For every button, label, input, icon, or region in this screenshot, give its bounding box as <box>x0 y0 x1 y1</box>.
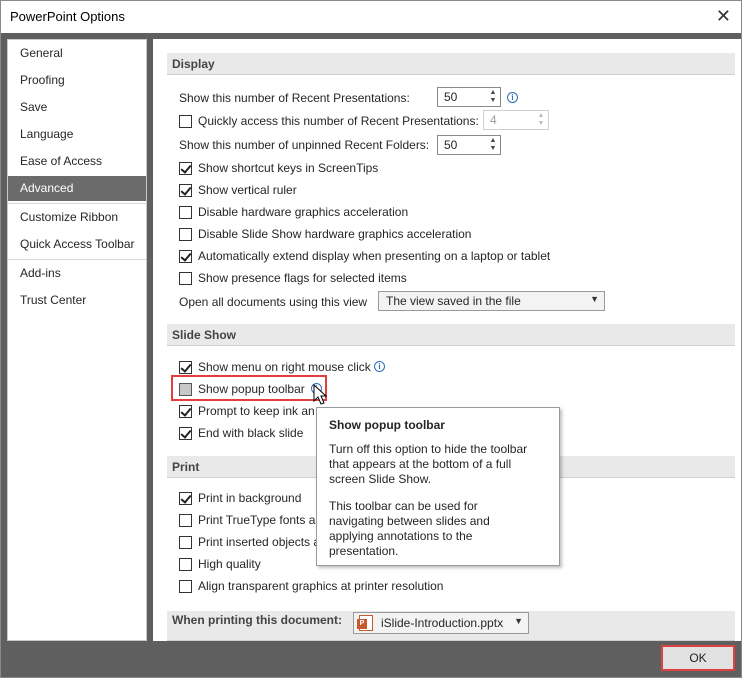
spin-arrows-icon[interactable]: ▲ ▼ <box>488 137 498 153</box>
section-header-display: Display <box>167 53 735 75</box>
show-menu-checkbox[interactable] <box>179 361 192 374</box>
info-icon[interactable]: i <box>507 92 518 103</box>
vertical-ruler-label: Show vertical ruler <box>198 183 297 197</box>
disable-hw-accel-checkbox[interactable] <box>179 206 192 219</box>
when-printing-label: When printing this document: <box>172 613 342 627</box>
presence-flags-label: Show presence flags for selected items <box>198 271 407 285</box>
title-bar: PowerPoint Options ✕ <box>1 1 741 33</box>
unpinned-folders-label: Show this number of unpinned Recent Fold… <box>179 138 430 152</box>
document-select[interactable]: P iSlide-Introduction.pptx ▼ <box>353 612 529 634</box>
disable-slideshow-accel-label: Disable Slide Show hardware graphics acc… <box>198 227 472 241</box>
show-menu-label: Show menu on right mouse click <box>198 360 371 374</box>
powerpoint-options-dialog: PowerPoint Options ✕ General Proofing Sa… <box>0 0 742 678</box>
open-docs-label: Open all documents using this view <box>179 295 368 309</box>
extend-display-checkbox[interactable] <box>179 250 192 263</box>
end-black-slide-label: End with black slide <box>198 426 304 440</box>
recent-presentations-label: Show this number of Recent Presentations… <box>179 91 410 105</box>
presence-flags-checkbox[interactable] <box>179 272 192 285</box>
chevron-down-icon: ▼ <box>590 294 599 304</box>
info-icon[interactable]: i <box>374 361 385 372</box>
unpinned-folders-value: 50 <box>444 138 458 152</box>
open-docs-view-select[interactable]: The view saved in the file ▼ <box>378 291 605 311</box>
close-icon[interactable]: ✕ <box>716 5 731 27</box>
align-transparent-label: Align transparent graphics at printer re… <box>198 579 444 593</box>
high-quality-label: High quality <box>198 557 261 571</box>
print-inserted-objects-checkbox[interactable] <box>179 536 192 549</box>
chevron-down-icon: ▼ <box>514 616 523 626</box>
nav-item-add-ins[interactable]: Add-ins <box>8 261 146 286</box>
screentip-popup-toolbar: Show popup toolbar Turn off this option … <box>316 407 560 566</box>
nav-item-trust-center[interactable]: Trust Center <box>8 288 146 313</box>
window-title: PowerPoint Options <box>10 9 125 24</box>
quick-access-value: 4 <box>490 113 497 127</box>
spin-arrows-icon: ▲ ▼ <box>537 112 545 127</box>
recent-presentations-stepper[interactable]: 50 ▲ ▼ <box>437 87 501 107</box>
options-nav: General Proofing Save Language Ease of A… <box>7 39 147 641</box>
dialog-footer <box>1 643 741 677</box>
powerpoint-file-icon: P <box>357 615 373 631</box>
screentip-paragraph: This toolbar can be used for navigating … <box>329 499 490 558</box>
high-quality-checkbox[interactable] <box>179 558 192 571</box>
vertical-ruler-checkbox[interactable] <box>179 184 192 197</box>
nav-item-customize-ribbon[interactable]: Customize Ribbon <box>8 205 146 230</box>
disable-slideshow-accel-checkbox[interactable] <box>179 228 192 241</box>
quick-access-stepper: 4 ▲ ▼ <box>483 110 549 130</box>
print-inserted-objects-label: Print inserted objects a <box>198 535 321 549</box>
nav-item-language[interactable]: Language <box>8 122 146 147</box>
prompt-keep-ink-label: Prompt to keep ink an <box>198 404 315 418</box>
screentip-paragraph: Turn off this option to hide the toolbar… <box>329 442 528 486</box>
unpinned-folders-stepper[interactable]: 50 ▲ ▼ <box>437 135 501 155</box>
recent-presentations-value: 50 <box>444 90 458 104</box>
quick-access-label: Quickly access this number of Recent Pre… <box>198 114 479 128</box>
ok-button[interactable]: OK <box>661 645 735 671</box>
quick-access-checkbox[interactable] <box>179 115 192 128</box>
popup-toolbar-label: Show popup toolbar <box>198 382 305 396</box>
nav-item-proofing[interactable]: Proofing <box>8 68 146 93</box>
nav-item-save[interactable]: Save <box>8 95 146 120</box>
section-header-slide-show: Slide Show <box>167 324 735 346</box>
nav-item-general[interactable]: General <box>8 41 146 66</box>
screentip-title: Show popup toolbar <box>329 418 445 432</box>
align-transparent-checkbox[interactable] <box>179 580 192 593</box>
nav-item-quick-access-toolbar[interactable]: Quick Access Toolbar <box>8 232 146 257</box>
prompt-keep-ink-checkbox[interactable] <box>179 405 192 418</box>
open-docs-view-value: The view saved in the file <box>386 294 521 308</box>
print-background-checkbox[interactable] <box>179 492 192 505</box>
mouse-cursor-icon <box>313 384 328 405</box>
nav-divider <box>8 203 146 204</box>
nav-item-advanced[interactable]: Advanced <box>8 176 146 201</box>
document-select-value: iSlide-Introduction.pptx <box>381 616 504 630</box>
nav-item-ease-of-access[interactable]: Ease of Access <box>8 149 146 174</box>
print-truetype-label: Print TrueType fonts a <box>198 513 316 527</box>
disable-hw-accel-label: Disable hardware graphics acceleration <box>198 205 409 219</box>
print-background-label: Print in background <box>198 491 302 505</box>
screentip-body: Turn off this option to hide the toolbar… <box>329 442 529 559</box>
extend-display-label: Automatically extend display when presen… <box>198 249 551 263</box>
shortcut-keys-label: Show shortcut keys in ScreenTips <box>198 161 379 175</box>
print-truetype-checkbox[interactable] <box>179 514 192 527</box>
popup-toolbar-checkbox[interactable] <box>179 383 192 396</box>
powerpoint-icon-letter: P <box>357 619 367 629</box>
shortcut-keys-checkbox[interactable] <box>179 162 192 175</box>
nav-divider <box>8 259 146 260</box>
end-black-slide-checkbox[interactable] <box>179 427 192 440</box>
spin-arrows-icon[interactable]: ▲ ▼ <box>488 89 498 105</box>
